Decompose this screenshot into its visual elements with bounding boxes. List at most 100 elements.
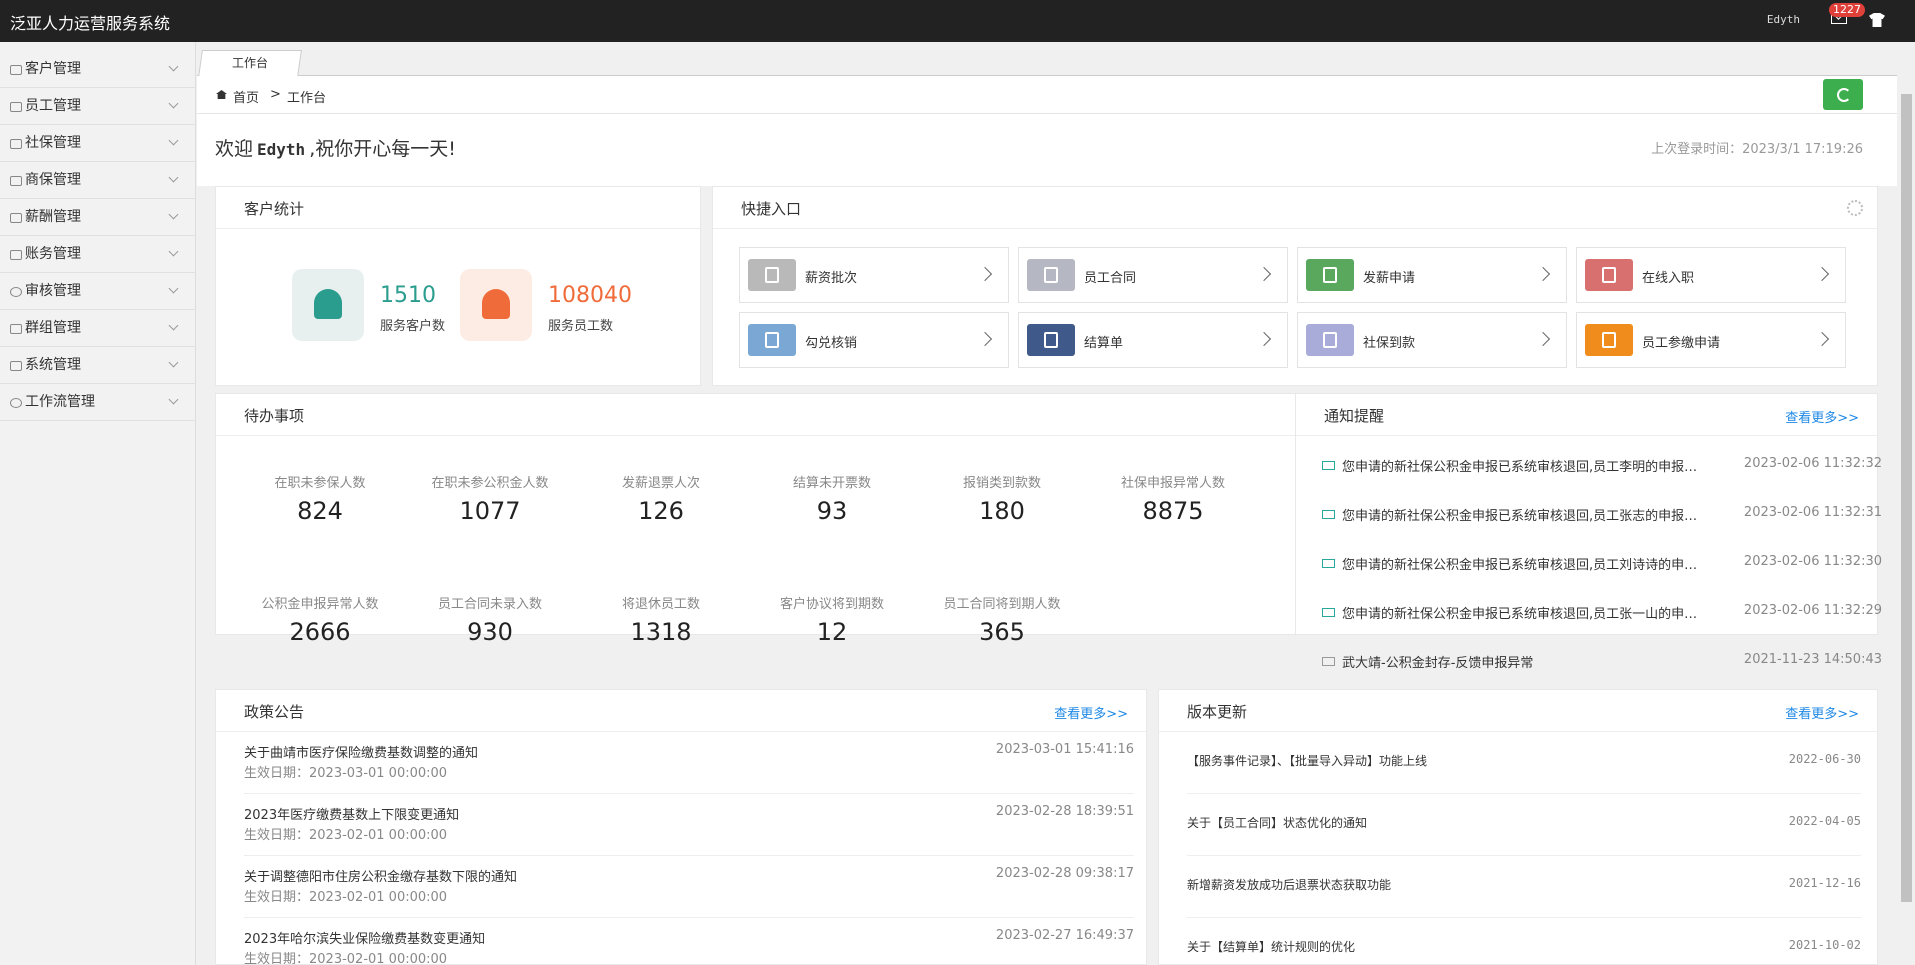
card-title: 通知提醒 xyxy=(1324,407,1385,425)
user-icon xyxy=(314,289,342,319)
quick-salary-batch[interactable]: 薪资批次 xyxy=(739,247,1009,303)
notice-item[interactable]: 您申请的新社保公积金申报已系统审核退回,员工张志的申报… 2023-02-06 1… xyxy=(1322,505,1882,525)
todo-value: 93 xyxy=(816,497,848,525)
todo-label: 客户协议将到期数 xyxy=(779,597,884,612)
notice-more-link[interactable]: 查看更多>> xyxy=(1785,407,1859,426)
version-date: 2022-06-30 xyxy=(1788,752,1861,766)
breadcrumb-home[interactable]: 首页 xyxy=(233,87,259,106)
policy-effective-date: 生效日期：2023-02-01 00:00:00 xyxy=(244,952,448,965)
sidebar-item-label: 商保管理 xyxy=(25,172,81,188)
policy-time: 2023-03-01 15:41:16 xyxy=(995,742,1134,757)
todo-item[interactable]: 在职未参保人数 824 xyxy=(235,472,405,525)
sidebar-item-employee[interactable]: 员工管理 xyxy=(0,88,195,125)
chevron-down-icon xyxy=(168,394,179,405)
notice-item[interactable]: 武大靖-公积金封存-反馈申报异常 2021-11-23 14:50:43 xyxy=(1322,652,1882,672)
current-user[interactable]: Edyth xyxy=(1767,13,1800,26)
chevron-right-icon xyxy=(1535,266,1551,282)
policy-item[interactable]: 关于曲靖市医疗保险缴费基数调整的通知 生效日期：2023-03-01 00:00:… xyxy=(244,732,1134,794)
quick-employee-contract[interactable]: 员工合同 xyxy=(1018,247,1288,303)
theme-icon[interactable] xyxy=(1869,13,1885,27)
card-title: 客户统计 xyxy=(244,200,305,218)
sidebar-item-system[interactable]: 系统管理 xyxy=(0,347,195,384)
todo-label: 发薪退票人次 xyxy=(621,476,700,491)
todo-item[interactable]: 将退休员工数 1318 xyxy=(576,593,746,646)
quick-label: 结算单 xyxy=(1084,336,1124,351)
customer-count: 1510 xyxy=(380,283,436,308)
notice-text: 您申请的新社保公积金申报已系统审核退回,员工刘诗诗的申… xyxy=(1342,558,1698,573)
policy-effective-date: 生效日期：2023-02-01 00:00:00 xyxy=(244,890,448,905)
notice-item[interactable]: 您申请的新社保公积金申报已系统审核退回,员工张一山的申… 2023-02-06 1… xyxy=(1322,603,1882,623)
version-item[interactable]: 【服务事件记录】、【批量导入异动】功能上线 2022-06-30 xyxy=(1187,732,1861,794)
todo-item[interactable]: 结算未开票数 93 xyxy=(747,472,917,525)
sidebar-item-social-security[interactable]: 社保管理 xyxy=(0,125,195,162)
notice-item[interactable]: 您申请的新社保公积金申报已系统审核退回,员工李明的申报… 2023-02-06 1… xyxy=(1322,456,1882,476)
todo-label: 在职未参公积金人数 xyxy=(431,476,549,491)
welcome-prefix: 欢迎 xyxy=(215,138,254,160)
quick-social-security-receipt[interactable]: 社保到款 xyxy=(1297,312,1567,368)
icon-glyph xyxy=(765,332,779,348)
notice-item[interactable]: 您申请的新社保公积金申报已系统审核退回,员工刘诗诗的申… 2023-02-06 1… xyxy=(1322,554,1882,574)
sidebar-item-customer[interactable]: 客户管理 xyxy=(0,51,195,88)
todo-value: 180 xyxy=(979,497,1025,525)
notice-text: 您申请的新社保公积金申报已系统审核退回,员工张一山的申… xyxy=(1342,607,1698,622)
sidebar-item-group[interactable]: 群组管理 xyxy=(0,310,195,347)
todo-item[interactable]: 客户协议将到期数 12 xyxy=(747,593,917,646)
quick-statement[interactable]: 结算单 xyxy=(1018,312,1288,368)
notice-card: 通知提醒 查看更多>> 您申请的新社保公积金申报已系统审核退回,员工李明的申报… 2… xyxy=(1295,393,1882,671)
chevron-down-icon xyxy=(168,172,179,183)
version-item[interactable]: 关于【员工合同】状态优化的通知 2022-04-05 xyxy=(1187,794,1861,856)
todo-item[interactable]: 公积金申报异常人数 2666 xyxy=(235,593,405,646)
quick-reconcile[interactable]: 勾兑核销 xyxy=(739,312,1009,368)
quick-employee-contribution[interactable]: 员工参缴申请 xyxy=(1576,312,1846,368)
gear-icon xyxy=(10,398,22,408)
todo-value: 365 xyxy=(979,618,1025,646)
sidebar-item-commercial-insurance[interactable]: 商保管理 xyxy=(0,162,195,199)
sidebar-item-accounting[interactable]: 账务管理 xyxy=(0,236,195,273)
icon-glyph xyxy=(1044,332,1058,348)
notice-time: 2021-11-23 14:50:43 xyxy=(1743,652,1882,667)
version-title: 【服务事件记录】、【批量导入异动】功能上线 xyxy=(1187,754,1428,768)
sidebar: 客户管理 员工管理 社保管理 商保管理 薪酬管理 账务管理 审核管理 群组管理 … xyxy=(0,42,196,965)
refresh-button[interactable] xyxy=(1823,79,1863,110)
money-icon xyxy=(10,213,22,223)
version-item[interactable]: 关于【结算单】统计规则的优化 2021-10-02 xyxy=(1187,918,1861,965)
todo-item[interactable]: 报销类到款数 180 xyxy=(917,472,1087,525)
sidebar-item-workflow[interactable]: 工作流管理 xyxy=(0,384,195,421)
todo-item[interactable]: 社保申报异常人数 8875 xyxy=(1088,472,1258,525)
version-item[interactable]: 新增薪资发放成功后退票状态获取功能 2021-12-16 xyxy=(1187,856,1861,918)
policy-item[interactable]: 2023年医疗缴费基数上下限变更通知 生效日期：2023-02-01 00:00:… xyxy=(244,794,1134,856)
version-date: 2021-10-02 xyxy=(1788,938,1861,952)
page-scrollbar[interactable] xyxy=(1900,88,1913,908)
sidebar-item-audit[interactable]: 审核管理 xyxy=(0,273,195,310)
user-icon xyxy=(10,102,22,112)
todo-item[interactable]: 员工合同将到期人数 365 xyxy=(917,593,1087,646)
chevron-down-icon xyxy=(168,283,179,294)
todo-label: 公积金申报异常人数 xyxy=(261,597,379,612)
quick-label: 薪资批次 xyxy=(805,271,858,286)
notice-time: 2023-02-06 11:32:29 xyxy=(1743,603,1882,618)
todo-label: 报销类到款数 xyxy=(962,476,1041,491)
version-more-link[interactable]: 查看更多>> xyxy=(1785,703,1859,722)
todo-item[interactable]: 发薪退票人次 126 xyxy=(576,472,746,525)
breadcrumb-separator: > xyxy=(270,87,281,102)
employee-count: 108040 xyxy=(548,283,632,308)
policy-item[interactable]: 2023年哈尔滨失业保险缴费基数变更通知 生效日期：2023-02-01 00:0… xyxy=(244,918,1134,965)
todo-item[interactable]: 员工合同未录入数 930 xyxy=(405,593,575,646)
policy-item[interactable]: 关于调整德阳市住房公积金缴存基数下限的通知 生效日期：2023-02-01 00:… xyxy=(244,856,1134,918)
notice-text: 您申请的新社保公积金申报已系统审核退回,员工李明的申报… xyxy=(1342,460,1698,475)
todo-value: 12 xyxy=(816,618,848,646)
todo-value: 1077 xyxy=(459,497,521,525)
quick-online-onboarding[interactable]: 在线入职 xyxy=(1576,247,1846,303)
sidebar-item-payroll[interactable]: 薪酬管理 xyxy=(0,199,195,236)
chevron-down-icon xyxy=(168,209,179,220)
tab-workbench[interactable]: 工作台 xyxy=(198,50,302,77)
home-icon xyxy=(216,90,227,99)
todo-item[interactable]: 在职未参公积金人数 1077 xyxy=(405,472,575,525)
welcome-user: Edyth xyxy=(257,140,306,159)
scrollbar-thumb[interactable] xyxy=(1901,94,1912,902)
quick-payroll-request[interactable]: 发薪申请 xyxy=(1297,247,1567,303)
plus-square-icon xyxy=(10,139,22,149)
policy-more-link[interactable]: 查看更多>> xyxy=(1054,703,1128,722)
gear-icon[interactable] xyxy=(1847,200,1863,216)
chevron-down-icon xyxy=(168,320,179,331)
